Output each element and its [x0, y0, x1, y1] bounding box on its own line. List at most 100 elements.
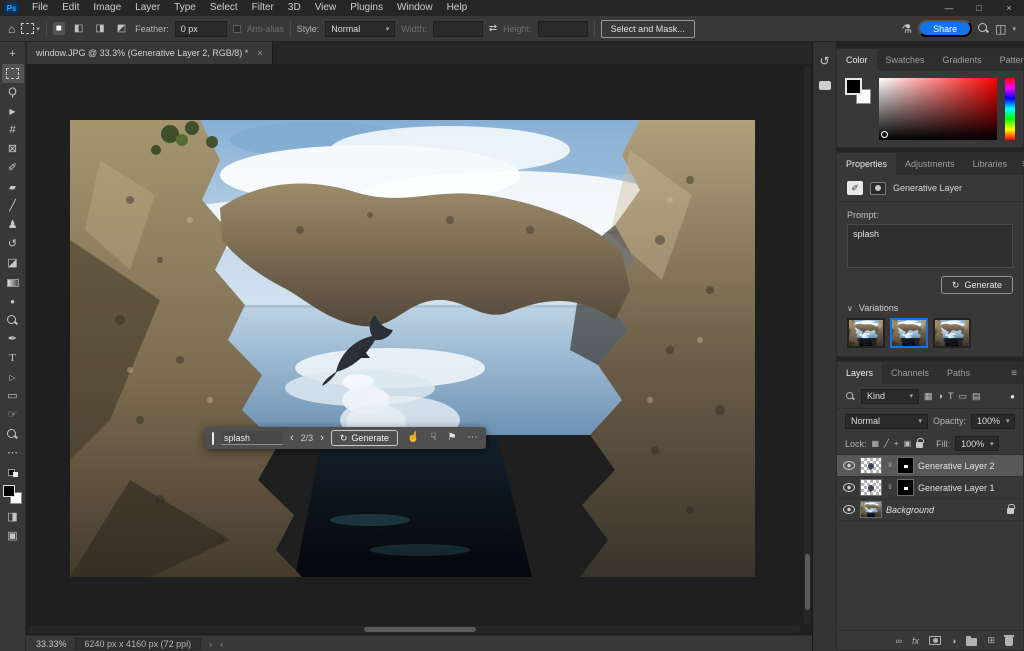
- height-field[interactable]: [538, 21, 588, 37]
- layer-name[interactable]: Generative Layer 1: [918, 483, 995, 493]
- object-selection-tool[interactable]: ▶: [2, 102, 24, 121]
- variations-header[interactable]: ∨ Variations: [837, 300, 1023, 316]
- search-icon[interactable]: [978, 23, 989, 34]
- previous-variation-button[interactable]: ‹: [290, 433, 294, 444]
- hue-slider[interactable]: [1005, 78, 1015, 140]
- delete-layer-icon[interactable]: [1005, 637, 1013, 646]
- vertical-scrollbar-thumb[interactable]: [805, 554, 810, 610]
- thumbs-up-icon[interactable]: ☝: [405, 433, 421, 443]
- layer-mask-thumbnail[interactable]: [897, 479, 914, 496]
- menu-filter[interactable]: Filter: [245, 0, 281, 16]
- menu-file[interactable]: File: [25, 0, 55, 16]
- lock-position-icon[interactable]: +: [894, 439, 899, 448]
- tab-libraries[interactable]: Libraries: [964, 153, 1017, 175]
- crop-tool[interactable]: #: [2, 121, 24, 140]
- document-info-field[interactable]: 6240 px x 4160 px (72 ppi): [75, 638, 202, 650]
- beaker-icon[interactable]: ⚗: [901, 22, 912, 36]
- generate-button[interactable]: ↻ Generate: [941, 276, 1013, 294]
- intersect-selection-button[interactable]: ◩: [114, 22, 129, 35]
- menu-select[interactable]: Select: [203, 0, 245, 16]
- tab-channels[interactable]: Channels: [882, 362, 938, 384]
- lock-artboard-icon[interactable]: ▣: [904, 439, 912, 448]
- layer-name[interactable]: Generative Layer 2: [918, 461, 995, 471]
- type-tool[interactable]: T: [2, 349, 24, 368]
- lasso-tool[interactable]: Ϙ: [2, 83, 24, 102]
- workspace-switcher-icon[interactable]: ◫: [995, 22, 1006, 36]
- dodge-tool[interactable]: [2, 311, 24, 330]
- subtract-from-selection-button[interactable]: ◨: [92, 22, 107, 35]
- layer-styles-icon[interactable]: fx: [912, 636, 919, 646]
- more-options-icon[interactable]: ⋯: [465, 433, 479, 443]
- frame-tool[interactable]: ⊠: [2, 140, 24, 159]
- default-colors-icon[interactable]: [8, 469, 18, 477]
- filter-adjustment-layers-icon[interactable]: ◑: [938, 391, 943, 401]
- generative-fill-taskbar[interactable]: ‹ 2/3 › ↻ Generate ☝ ☟ ⚑ ⋯: [205, 427, 486, 449]
- tab-color[interactable]: Color: [837, 49, 877, 71]
- eraser-tool[interactable]: ◪: [2, 254, 24, 273]
- new-selection-button[interactable]: ■: [53, 22, 65, 35]
- layer-name[interactable]: Background: [886, 505, 934, 515]
- layer-thumbnail[interactable]: [860, 501, 882, 518]
- kind-dropdown[interactable]: Kind ▾: [861, 389, 919, 404]
- tool-preset-picker[interactable]: ▾: [21, 23, 40, 34]
- hand-tool[interactable]: ☞: [2, 406, 24, 425]
- share-button[interactable]: Share: [918, 20, 972, 37]
- layer-row-background[interactable]: Background: [837, 499, 1023, 521]
- feather-input[interactable]: [181, 24, 221, 34]
- report-flag-icon[interactable]: ⚑: [445, 433, 458, 443]
- zoom-level[interactable]: 33.33%: [36, 639, 67, 649]
- variation-thumbnail-2[interactable]: [890, 318, 928, 348]
- eyedropper-tool[interactable]: ✐: [2, 159, 24, 178]
- layer-thumbnail[interactable]: [860, 457, 882, 474]
- filter-type-layers-icon[interactable]: T: [948, 391, 954, 401]
- minimize-button[interactable]: —: [934, 0, 964, 16]
- fill-dropdown[interactable]: 100% ▾: [955, 436, 999, 451]
- path-selection-tool[interactable]: ▷: [2, 368, 24, 387]
- document-image[interactable]: [70, 120, 755, 577]
- drag-handle[interactable]: [212, 432, 214, 445]
- thumbs-down-icon[interactable]: ☟: [428, 433, 438, 443]
- vertical-scrollbar[interactable]: [804, 66, 811, 624]
- swap-dimensions-icon[interactable]: ⇄: [489, 23, 497, 34]
- layer-row-generative-layer-1[interactable]: ∞ Generative Layer 1: [837, 477, 1023, 499]
- foreground-background-swatches[interactable]: [3, 485, 22, 504]
- gradient-tool[interactable]: [2, 273, 24, 292]
- menu-type[interactable]: Type: [167, 0, 203, 16]
- tab-layers[interactable]: Layers: [837, 362, 882, 384]
- new-layer-icon[interactable]: ⊞: [987, 635, 995, 646]
- add-to-selection-button[interactable]: ◧: [71, 22, 86, 35]
- foreground-color-swatch[interactable]: [845, 78, 862, 95]
- tab-patterns[interactable]: Patterns: [991, 49, 1024, 71]
- foreground-color-swatch[interactable]: [3, 485, 15, 497]
- close-button[interactable]: ×: [994, 0, 1024, 16]
- generate-button[interactable]: ↻ Generate: [331, 430, 398, 446]
- menu-plugins[interactable]: Plugins: [343, 0, 390, 16]
- new-group-icon[interactable]: [966, 638, 977, 646]
- visibility-eye-icon[interactable]: [842, 461, 856, 470]
- mask-link-icon[interactable]: ∞: [886, 484, 893, 491]
- variation-thumbnail-3[interactable]: [933, 318, 971, 348]
- mask-link-icon[interactable]: ∞: [886, 462, 893, 469]
- prompt-textarea[interactable]: splash: [847, 224, 1013, 268]
- blend-mode-dropdown[interactable]: Normal ▾: [845, 414, 928, 429]
- spot-healing-brush-tool[interactable]: ▰: [2, 178, 24, 197]
- history-brush-tool[interactable]: ↺: [2, 235, 24, 254]
- history-panel-icon[interactable]: ↺: [819, 55, 829, 67]
- blur-tool[interactable]: ●: [2, 292, 24, 311]
- select-and-mask-button[interactable]: Select and Mask...: [601, 20, 695, 38]
- layer-mask-thumbnail[interactable]: [897, 457, 914, 474]
- menu-image[interactable]: Image: [86, 0, 128, 16]
- brush-tool[interactable]: ╱: [2, 197, 24, 216]
- width-field[interactable]: [433, 21, 483, 37]
- lock-all-icon[interactable]: [916, 442, 923, 448]
- rectangular-marquee-tool[interactable]: [2, 64, 24, 83]
- document-tab[interactable]: window.JPG @ 33.3% (Generative Layer 2, …: [27, 42, 273, 64]
- menu-view[interactable]: View: [308, 0, 344, 16]
- status-popup-icon[interactable]: ›: [209, 639, 212, 649]
- home-icon[interactable]: ⌂: [8, 22, 15, 36]
- adjustment-layer-icon[interactable]: ◑: [951, 636, 956, 646]
- clone-stamp-tool[interactable]: ♟: [2, 216, 24, 235]
- tab-swatches[interactable]: Swatches: [877, 49, 934, 71]
- style-dropdown[interactable]: Normal ▾: [325, 21, 395, 37]
- panel-menu-icon[interactable]: ≡: [1016, 153, 1024, 175]
